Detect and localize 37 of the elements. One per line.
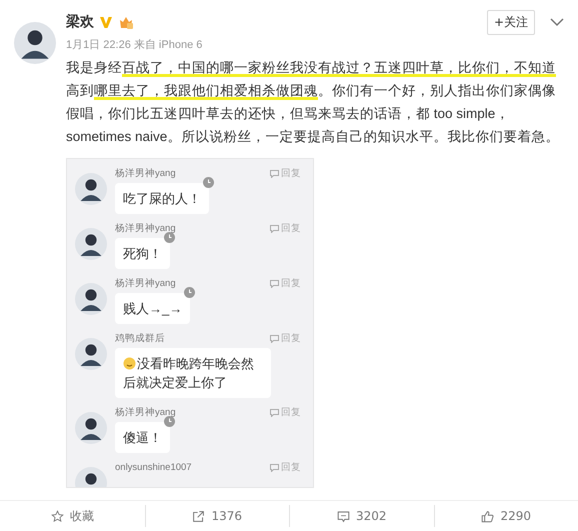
reply-icon [270, 224, 279, 232]
avatar-icon [75, 412, 107, 444]
clock-icon [164, 416, 175, 427]
action-button[interactable]: 收藏 [0, 505, 144, 527]
commenter-name: 杨洋男神yang [115, 167, 176, 180]
reply-icon [270, 464, 279, 472]
action-button[interactable]: 3202 [289, 505, 434, 527]
commenter-name: 杨洋男神yang [115, 277, 176, 290]
avatar-icon [75, 228, 107, 260]
action-button[interactable]: 1376 [144, 505, 289, 527]
post-text: 我是身经百战了，中国的哪一家粉丝我没有战过？五迷四叶草，比你们，不知道 高到哪里去了，我跟他们相爱相杀做团魂。你们有一个好，别人指出你们家偶像假唱，你们比五迷四叶草去的还快，但骂来骂去的话语，都 too simple，sometimes naive。所以说粉丝，一定要提高自己的知识水平。我比你们要着急。 [66, 59, 560, 146]
comment-icon [336, 510, 350, 522]
commenter-name: onlysunshine1007 [115, 462, 192, 473]
reply-icon [270, 408, 279, 416]
chevron-down-icon[interactable] [550, 17, 564, 27]
clock-icon [184, 287, 196, 298]
action-button[interactable]: 2290 [434, 505, 578, 527]
author-name[interactable]: 梁欢 [66, 13, 94, 31]
emoji-icon [123, 357, 136, 370]
avatar-icon [75, 283, 107, 315]
thumbs-up-icon [481, 510, 494, 522]
commenter-name: 鸡鸭成群后 [115, 332, 165, 345]
reply-icon [270, 280, 279, 288]
reply-icon [270, 170, 279, 178]
message-bubble: 没看昨晚跨年晚会然后就决定爱上你了 [115, 348, 271, 398]
avatar-icon [75, 338, 107, 370]
avatar-icon [14, 22, 56, 64]
avatar-icon [75, 173, 107, 205]
post-meta: 1月1日 22:26 来自 iPhone 6 [66, 38, 204, 52]
commenter-name: 杨洋男神yang [115, 222, 176, 235]
share-icon [192, 510, 206, 522]
follow-button[interactable]: +关注 [486, 10, 535, 34]
reply-icon [270, 334, 279, 342]
commenter-name: 杨洋男神yang [115, 406, 176, 419]
star-icon [50, 510, 64, 522]
clock-icon [164, 232, 175, 243]
clock-icon [203, 177, 214, 188]
